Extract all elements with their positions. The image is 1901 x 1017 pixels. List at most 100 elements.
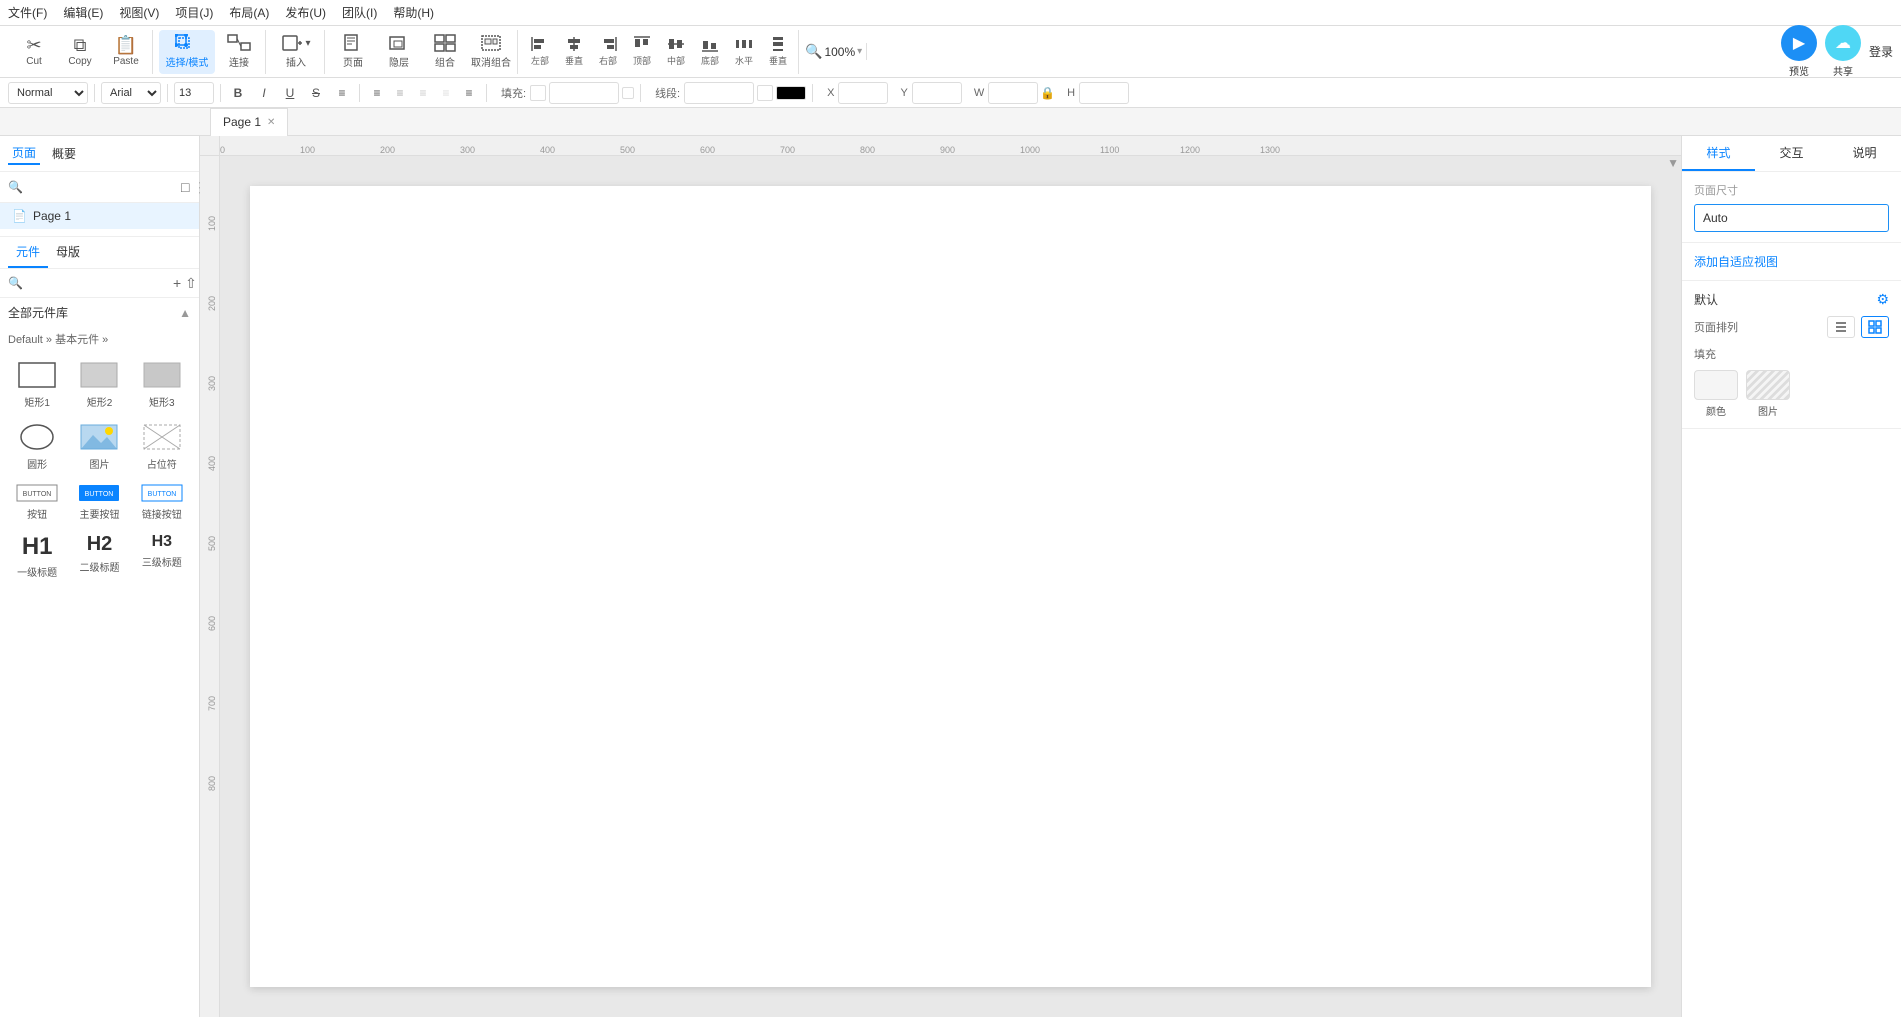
canvas-white-area[interactable] [250, 186, 1651, 987]
menu-view[interactable]: 视图(V) [119, 4, 159, 21]
add-adaptive-button[interactable]: 添加自适应视图 [1694, 251, 1778, 273]
fill-color-option[interactable]: 颜色 [1694, 370, 1738, 418]
comp-item-button[interactable]: BUTTON 按钮 [8, 479, 66, 525]
right-panel: 样式 交互 说明 页面尺寸 添加自适应视图 默认 ⚙ 页面排列 [1681, 136, 1901, 1017]
select-button[interactable]: 选择/模式 [159, 30, 215, 74]
divider1 [94, 84, 95, 102]
y-label: Y [900, 87, 907, 99]
preview-button[interactable]: ▶ [1781, 25, 1817, 61]
import-comp-icon[interactable]: ⇧ [185, 275, 197, 292]
fill-color-swatch[interactable] [530, 82, 634, 104]
comp-item-rect2[interactable]: 矩形2 [70, 355, 128, 413]
paste-button[interactable]: 📋 Paste [104, 30, 148, 74]
copy-button[interactable]: ⧉ Copy [58, 30, 102, 74]
w-input[interactable] [988, 82, 1038, 104]
insert-button[interactable]: ▾ 插入 [272, 30, 320, 74]
tab-close-icon[interactable]: ✕ [267, 117, 275, 128]
layout-grid-button[interactable] [1861, 316, 1889, 338]
align-center-text-button[interactable]: ≡ [389, 82, 411, 104]
h-label: H [1067, 87, 1075, 99]
ungroup-button[interactable]: 取消组合 [469, 30, 513, 74]
align-middle-button[interactable]: 中部 [660, 30, 692, 74]
comp-item-link-button[interactable]: BUTTON 链接按钮 [133, 479, 191, 525]
italic-button[interactable]: I [253, 82, 275, 104]
distribute-v-button[interactable]: 垂直 [762, 30, 794, 74]
page-size-input[interactable] [1694, 204, 1889, 232]
connect-button[interactable]: 连接 [217, 30, 261, 74]
comp-item-h2[interactable]: H2 二级标题 [70, 529, 128, 583]
menu-publish[interactable]: 发布(U) [285, 4, 326, 21]
comp-tab-masters[interactable]: 母版 [48, 237, 88, 268]
h-input[interactable] [1079, 82, 1129, 104]
insert-group: ▾ 插入 [268, 30, 325, 74]
align-right-button[interactable]: 右部 [592, 30, 624, 74]
menu-team[interactable]: 团队(I) [342, 4, 377, 21]
align-left-button[interactable]: 左部 [524, 30, 556, 74]
bold-button[interactable]: B [227, 82, 249, 104]
fill-color-input[interactable] [549, 82, 619, 104]
comp-search-input[interactable] [27, 273, 169, 293]
comp-tab-elements[interactable]: 元件 [8, 237, 48, 268]
align-right-text-button[interactable]: ≡ [412, 82, 434, 104]
stroke-swatch[interactable] [684, 82, 806, 104]
group-button[interactable]: 组合 [423, 30, 467, 74]
zoom-control[interactable]: 🔍 100% ▾ [805, 43, 862, 60]
comp-item-rect1[interactable]: 矩形1 [8, 355, 66, 413]
menu-project[interactable]: 项目(J) [175, 4, 213, 21]
cut-button[interactable]: ✂ Cut [12, 30, 56, 74]
right-tab-interact[interactable]: 交互 [1755, 136, 1828, 171]
align-top-button[interactable]: 顶部 [626, 30, 658, 74]
group-icon [434, 34, 456, 52]
h1-label: 一级标题 [17, 564, 57, 579]
login-button[interactable]: 登录 [1869, 43, 1893, 60]
stroke-input[interactable] [684, 82, 754, 104]
library-arrow-icon[interactable]: ▲ [179, 306, 191, 320]
underline-button[interactable]: U [279, 82, 301, 104]
font-size-input[interactable] [174, 82, 214, 104]
hide-button[interactable]: 隐层 [377, 30, 421, 74]
image-preview [77, 421, 121, 453]
comp-item-h1[interactable]: H1 一级标题 [8, 529, 66, 583]
comp-item-circle[interactable]: 圆形 [8, 417, 66, 475]
pages-search-input[interactable] [27, 176, 177, 198]
comp-item-image[interactable]: 图片 [70, 417, 128, 475]
right-tabs: 样式 交互 说明 [1682, 136, 1901, 172]
align-justify-text-button[interactable]: ≡ [435, 82, 457, 104]
list-button[interactable]: ≡ [331, 82, 353, 104]
layout-list-button[interactable] [1827, 316, 1855, 338]
canvas-content[interactable] [220, 156, 1681, 1017]
comp-item-placeholder[interactable]: 占位符 [133, 417, 191, 475]
comp-item-h3[interactable]: H3 三级标题 [133, 529, 191, 583]
tab-outline[interactable]: 概要 [48, 143, 80, 164]
style-select[interactable]: Normal [8, 82, 88, 104]
divider2 [167, 84, 168, 102]
right-tab-style[interactable]: 样式 [1682, 136, 1755, 171]
menu-help[interactable]: 帮助(H) [393, 4, 434, 21]
ruler-v-ticks: 100 200 300 400 500 600 700 800 [200, 156, 219, 1017]
tab-page1[interactable]: Page 1 ✕ [210, 108, 288, 136]
add-page-icon[interactable]: □ [181, 179, 189, 195]
x-input[interactable] [838, 82, 888, 104]
align-left-text-button[interactable]: ≡ [366, 82, 388, 104]
comp-item-rect3[interactable]: 矩形3 [133, 355, 191, 413]
page-button[interactable]: 页面 [331, 30, 375, 74]
distribute-h-button[interactable]: 水平 [728, 30, 760, 74]
tab-pages[interactable]: 页面 [8, 142, 40, 165]
canvas-area[interactable]: 0 100 200 300 400 500 600 700 800 900 10… [200, 136, 1681, 1017]
y-input[interactable] [912, 82, 962, 104]
toggle-icon[interactable]: ⚙ [1876, 291, 1889, 308]
page-item-1[interactable]: 📄 Page 1 [0, 203, 199, 229]
strikethrough-button[interactable]: S [305, 82, 327, 104]
text-indent-button[interactable]: ≡ [458, 82, 480, 104]
right-tab-notes[interactable]: 说明 [1828, 136, 1901, 171]
font-select[interactable]: Arial [101, 82, 161, 104]
align-bottom-button[interactable]: 底部 [694, 30, 726, 74]
comp-item-primary-button[interactable]: BUTTON 主要按钮 [70, 479, 128, 525]
share-button[interactable]: ☁ [1825, 25, 1861, 61]
menu-file[interactable]: 文件(F) [8, 4, 47, 21]
menu-layout[interactable]: 布局(A) [229, 4, 269, 21]
fill-image-option[interactable]: 图片 [1746, 370, 1790, 418]
menu-edit[interactable]: 编辑(E) [63, 4, 103, 21]
align-center-v-button[interactable]: 垂直 [558, 30, 590, 74]
add-comp-icon[interactable]: + [173, 275, 181, 292]
